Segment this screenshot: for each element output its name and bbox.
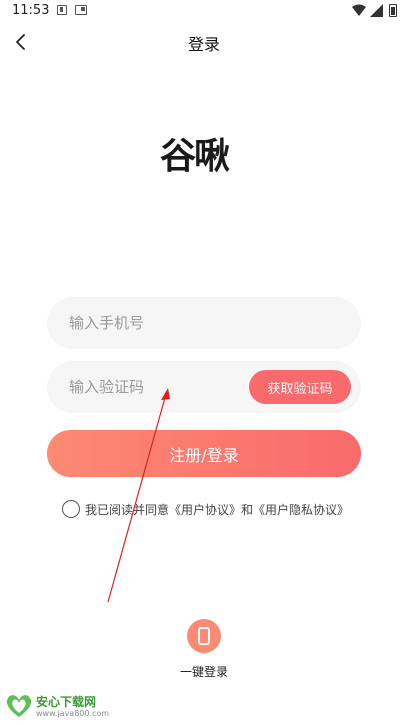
battery-icon	[389, 4, 397, 17]
logo-text: 谷啾	[160, 136, 230, 177]
code-field: 获取验证码	[47, 361, 361, 413]
login-screen: 11:53 登录 谷啾 获取验证码 注册/登录 我已阅读并同意《用户协议》和《用…	[0, 0, 408, 725]
agreement-checkbox[interactable]	[62, 500, 80, 518]
annotation-arrow	[107, 388, 170, 603]
register-login-button[interactable]: 注册/登录	[47, 430, 361, 477]
status-time: 11:53	[12, 3, 50, 18]
phone-field	[47, 297, 361, 349]
watermark-logo-icon	[6, 695, 32, 717]
phone-input[interactable]	[69, 297, 259, 349]
quick-login-label[interactable]: 一键登录	[0, 663, 408, 680]
get-code-button[interactable]: 获取验证码	[249, 370, 351, 404]
watermark-url: www.java800.com	[36, 709, 110, 718]
app-logo: 谷啾	[160, 135, 250, 179]
wifi-icon	[352, 4, 366, 16]
status-bar: 11:53	[0, 0, 408, 24]
notification-icon	[57, 5, 67, 15]
page-title: 登录	[187, 35, 220, 54]
screenshot-icon	[75, 5, 87, 15]
phone-icon[interactable]	[187, 619, 221, 653]
watermark-text: 安心下载网	[36, 695, 97, 709]
signal-icon	[370, 4, 383, 17]
